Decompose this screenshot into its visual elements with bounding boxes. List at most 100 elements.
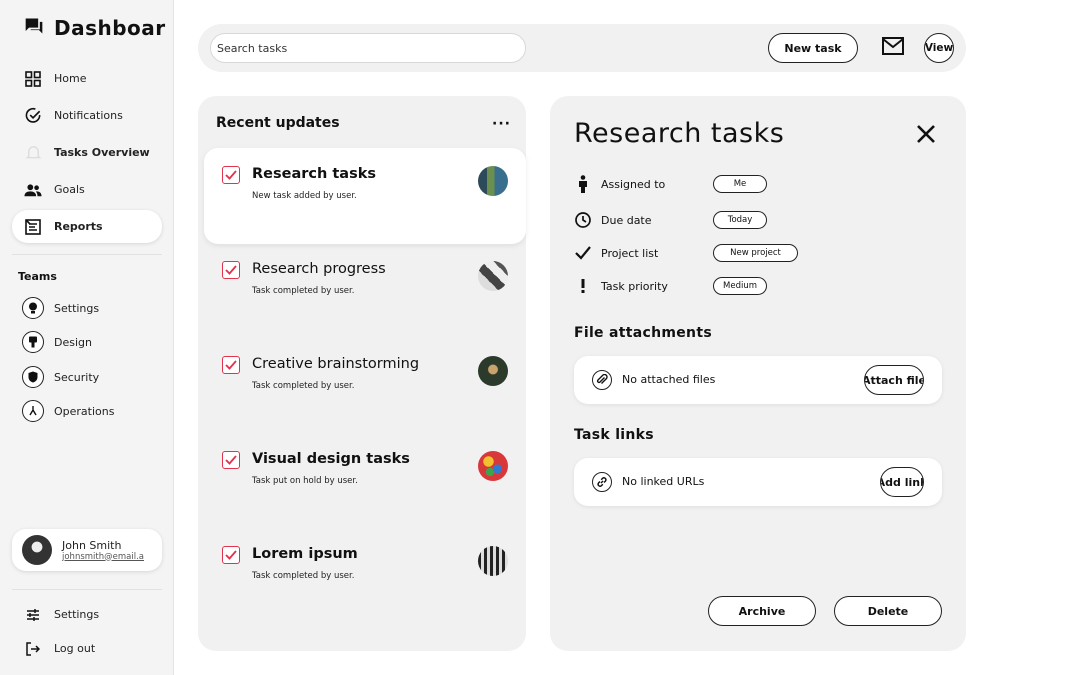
- sidebar-item-label: Log out: [54, 642, 96, 655]
- avatar: [478, 546, 508, 576]
- new-task-button[interactable]: New task: [768, 33, 858, 63]
- prop-assigned-to: Assigned to Me: [574, 175, 767, 193]
- team-item-design[interactable]: Design: [22, 331, 92, 353]
- team-item-security[interactable]: Security: [22, 366, 99, 388]
- user-card[interactable]: John Smith johnsmith@email.a: [12, 529, 162, 571]
- person-icon: [574, 175, 592, 193]
- team-item-operations[interactable]: Operations: [22, 400, 114, 422]
- close-icon[interactable]: [916, 124, 936, 148]
- file-attachments-card: No attached files Attach file: [574, 356, 942, 404]
- report-icon: [24, 218, 42, 236]
- update-subtitle: Task completed by user.: [252, 571, 355, 581]
- attach-file-button[interactable]: Attach file: [864, 365, 924, 395]
- update-title: Creative brainstorming: [252, 356, 420, 372]
- team-item-settings[interactable]: Settings: [22, 297, 99, 319]
- prop-task-priority: Task priority Medium: [574, 277, 767, 295]
- top-bar: New task View: [198, 24, 966, 72]
- detail-title: Research tasks: [574, 118, 785, 149]
- checkbox[interactable]: [222, 166, 240, 184]
- sidebar-item-settings[interactable]: Settings: [12, 598, 162, 631]
- update-title: Research progress: [252, 261, 386, 277]
- team-item-label: Operations: [54, 404, 115, 418]
- due-date-pill[interactable]: Today: [713, 211, 767, 229]
- sidebar-item-tasks-overview[interactable]: Tasks Overview: [12, 136, 162, 169]
- recent-updates-panel: Recent updates ··· Research tasks New ta…: [198, 96, 526, 651]
- divider: [12, 254, 162, 255]
- sidebar: Dashboar Home Notifications Tasks Overvi…: [0, 0, 174, 675]
- prop-label: Assigned to: [601, 177, 666, 191]
- view-button[interactable]: View: [924, 33, 954, 63]
- avatar: [22, 535, 52, 565]
- update-subtitle: Task put on hold by user.: [252, 476, 358, 486]
- divider: [12, 589, 162, 590]
- panel-title: Recent updates: [216, 115, 340, 131]
- task-links-card: No linked URLs Add link: [574, 458, 942, 506]
- ops-icon: [22, 400, 44, 422]
- users-icon: [24, 181, 42, 199]
- sidebar-item-label: Notifications: [54, 109, 123, 122]
- update-title: Visual design tasks: [252, 451, 410, 467]
- prop-label: Project list: [601, 246, 659, 260]
- checkbox[interactable]: [222, 261, 240, 279]
- search-input[interactable]: [210, 33, 526, 63]
- brush-icon: [22, 331, 44, 353]
- user-name: John Smith: [62, 538, 122, 552]
- shield-icon: [22, 366, 44, 388]
- task-priority-pill[interactable]: Medium: [713, 277, 767, 295]
- sidebar-item-goals[interactable]: Goals: [12, 173, 162, 206]
- update-subtitle: Task completed by user.: [252, 286, 355, 296]
- checkbox[interactable]: [222, 546, 240, 564]
- update-item[interactable]: Research progress Task completed by user…: [204, 243, 526, 339]
- check-circle-icon: [24, 107, 42, 125]
- archive-button[interactable]: Archive: [708, 596, 816, 626]
- more-options-icon[interactable]: ···: [492, 116, 511, 132]
- teams-title: Teams: [18, 270, 57, 283]
- sidebar-item-notifications[interactable]: Notifications: [12, 99, 162, 132]
- prop-due-date: Due date Today: [574, 211, 767, 229]
- update-item[interactable]: Creative brainstorming Task completed by…: [204, 338, 526, 434]
- project-list-pill[interactable]: New project: [713, 244, 798, 262]
- logout-icon: [24, 640, 42, 658]
- delete-button[interactable]: Delete: [834, 596, 942, 626]
- checkbox[interactable]: [222, 451, 240, 469]
- brand[interactable]: Dashboar: [24, 16, 166, 40]
- prop-label: Due date: [601, 213, 652, 227]
- user-email[interactable]: johnsmith@email.a: [62, 552, 152, 562]
- grid-icon: [24, 70, 42, 88]
- sidebar-item-label: Reports: [54, 220, 103, 233]
- sidebar-item-label: Tasks Overview: [54, 146, 150, 159]
- add-link-button[interactable]: Add link: [880, 467, 924, 497]
- bell-icon: [24, 144, 42, 162]
- assigned-to-pill[interactable]: Me: [713, 175, 767, 193]
- team-item-label: Settings: [54, 301, 100, 315]
- sidebar-item-home[interactable]: Home: [12, 62, 162, 95]
- brand-title: Dashboar: [54, 16, 166, 40]
- chat-icon: [24, 16, 44, 40]
- update-item[interactable]: Research tasks New task added by user.: [204, 148, 526, 244]
- prop-project-list: Project list New project: [574, 244, 798, 262]
- update-subtitle: New task added by user.: [252, 191, 357, 201]
- file-attachments-title: File attachments: [574, 325, 712, 341]
- task-detail-panel: Research tasks Assigned to Me Due date T…: [550, 96, 966, 651]
- sidebar-item-logout[interactable]: Log out: [12, 632, 162, 665]
- exclamation-icon: [574, 277, 592, 295]
- update-item[interactable]: Lorem ipsum Task completed by user.: [204, 528, 526, 624]
- paperclip-icon: [592, 370, 612, 390]
- bulb-icon: [22, 297, 44, 319]
- prop-label: Task priority: [601, 279, 668, 293]
- clock-icon: [574, 211, 592, 229]
- update-item[interactable]: Visual design tasks Task put on hold by …: [204, 433, 526, 529]
- task-links-title: Task links: [574, 427, 654, 443]
- team-item-label: Design: [54, 335, 92, 349]
- sidebar-item-label: Home: [54, 72, 87, 85]
- update-subtitle: Task completed by user.: [252, 381, 355, 391]
- avatar: [478, 451, 508, 481]
- sidebar-item-label: Settings: [54, 608, 100, 621]
- sidebar-item-label: Goals: [54, 183, 85, 196]
- sidebar-item-reports[interactable]: Reports: [12, 210, 162, 243]
- checkbox[interactable]: [222, 356, 240, 374]
- attachments-empty-text: No attached files: [622, 373, 716, 386]
- link-icon: [592, 472, 612, 492]
- mail-icon[interactable]: [882, 37, 904, 59]
- avatar: [478, 261, 508, 291]
